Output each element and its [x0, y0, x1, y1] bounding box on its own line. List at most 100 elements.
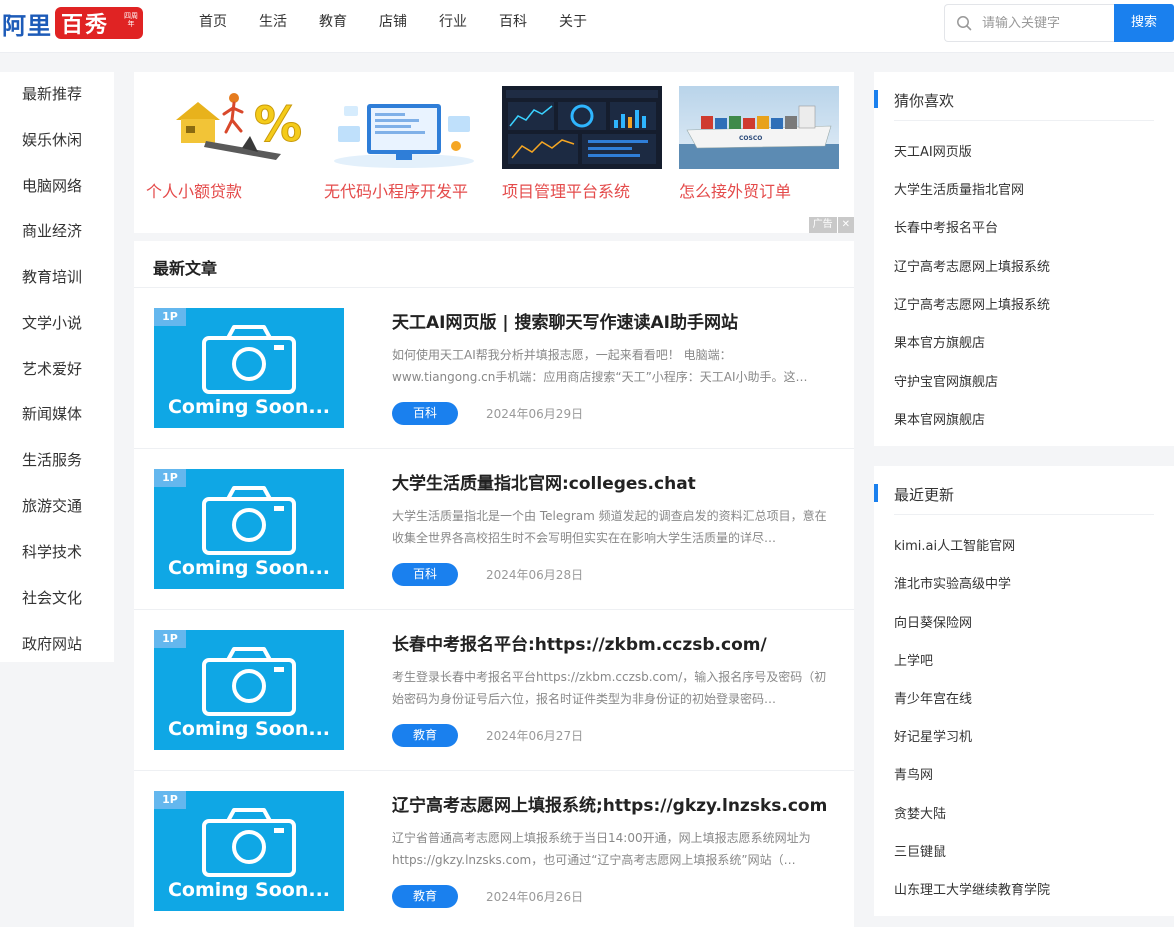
camera-icon	[202, 486, 296, 555]
guess-item[interactable]: 守护宝官网旗舰店	[894, 371, 998, 390]
article-thumbnail[interactable]: 1P Coming Soon...	[154, 308, 344, 428]
sidebar-item-arts[interactable]: 艺术爱好	[22, 358, 82, 379]
recent-item[interactable]: 好记星学习机	[894, 726, 972, 745]
article-title[interactable]: 长春中考报名平台:https://zkbm.cczsb.com/	[392, 630, 832, 655]
recent-item[interactable]: 青鸟网	[894, 764, 933, 783]
ad-text-pm: 项目管理平台系统	[502, 182, 631, 201]
article-item: 1P Coming Soon... 天工AI网页版 | 搜索聊天写作速读AI助手…	[134, 288, 854, 449]
article-date: 2024年06月29日	[486, 407, 584, 421]
ad-image-trade: COSCO	[679, 86, 839, 169]
recent-item[interactable]: kimi.ai人工智能官网	[894, 535, 1015, 554]
thumb-placeholder-text: Coming Soon...	[167, 557, 331, 579]
guess-item[interactable]: 果本官网旗舰店	[894, 409, 985, 428]
recent-updates-panel: 最近更新 kimi.ai人工智能官网 淮北市实验高级中学 向日葵保险网 上学吧 …	[874, 466, 1174, 916]
camera-icon	[202, 808, 296, 877]
latest-articles: 最新文章 1P Coming Soon... 天工AI网页版 | 搜索聊天写作速…	[134, 241, 854, 927]
recent-item[interactable]: 三巨键鼠	[894, 841, 946, 860]
article-title[interactable]: 天工AI网页版 | 搜索聊天写作速读AI助手网站	[392, 308, 832, 333]
search-input[interactable]	[982, 15, 1112, 31]
article-thumbnail[interactable]: 1P Coming Soon...	[154, 469, 344, 589]
article-tag[interactable]: 教育	[392, 724, 458, 747]
thumb-badge: 1P	[154, 308, 186, 326]
sidebar-item-services[interactable]: 生活服务	[22, 449, 82, 470]
sidebar-item-training[interactable]: 教育培训	[22, 266, 82, 287]
sidebar-item-literature[interactable]: 文学小说	[22, 312, 82, 333]
category-sidebar: 最新推荐 娱乐休闲 电脑网络 商业经济 教育培训 文学小说 艺术爱好 新闻媒体 …	[0, 72, 114, 662]
panel-title-guess: 猜你喜欢	[894, 92, 955, 110]
site-logo[interactable]: 阿里 百秀 四周年	[2, 6, 143, 40]
ad-label: 广告	[808, 217, 837, 233]
recent-item[interactable]: 山东理工大学继续教育学院	[894, 879, 1050, 898]
ad-close-button[interactable]: ✕	[837, 217, 854, 233]
guess-you-like-panel: 猜你喜欢 天工AI网页版 大学生活质量指北官网 长春中考报名平台 辽宁高考志愿网…	[874, 72, 1174, 446]
ad-text-trade: 怎么接外贸订单	[679, 182, 792, 201]
guess-item[interactable]: 果本官方旗舰店	[894, 332, 985, 351]
logo-text-small: 四周年	[124, 12, 138, 28]
guess-item[interactable]: 长春中考报名平台	[894, 217, 998, 236]
nav-item-about[interactable]: 关于	[543, 0, 603, 45]
article-tag[interactable]: 百科	[392, 563, 458, 586]
nav-item-industry[interactable]: 行业	[423, 0, 483, 45]
logo-text-main: 阿里	[2, 10, 52, 40]
divider	[894, 120, 1154, 121]
panel-accent-bar	[874, 484, 878, 502]
sidebar-item-computer[interactable]: 电脑网络	[22, 175, 82, 196]
svg-text:%: %	[254, 97, 302, 153]
sidebar-item-entertainment[interactable]: 娱乐休闲	[22, 129, 82, 150]
ad-item-loan[interactable]: % 个人小额贷款	[146, 86, 306, 202]
thumb-placeholder-text: Coming Soon...	[167, 718, 331, 740]
logo-text-box: 百秀	[61, 12, 110, 38]
article-tag[interactable]: 教育	[392, 885, 458, 908]
guess-item[interactable]: 辽宁高考志愿网上填报系统	[894, 294, 1050, 313]
article-item: 1P Coming Soon... 大学生活质量指北官网:colleges.ch…	[134, 449, 854, 610]
ad-item-trade[interactable]: COSCO 怎么接外贸订单	[679, 86, 839, 202]
sidebar-item-travel[interactable]: 旅游交通	[22, 495, 82, 516]
guess-item[interactable]: 辽宁高考志愿网上填报系统	[894, 256, 1050, 275]
article-tag[interactable]: 百科	[392, 402, 458, 425]
guess-item[interactable]: 天工AI网页版	[894, 141, 972, 160]
guess-item[interactable]: 大学生活质量指北官网	[894, 179, 1024, 198]
nav-item-wiki[interactable]: 百科	[483, 0, 543, 45]
recent-item[interactable]: 淮北市实验高级中学	[894, 573, 1011, 592]
recent-item[interactable]: 贪婪大陆	[894, 803, 946, 822]
logo-badge: 百秀 四周年	[55, 7, 143, 39]
article-date: 2024年06月26日	[486, 890, 584, 904]
article-item: 1P Coming Soon... 长春中考报名平台:https://zkbm.…	[134, 610, 854, 771]
thumb-badge: 1P	[154, 469, 186, 487]
search-button[interactable]: 搜索	[1114, 4, 1174, 42]
divider	[894, 514, 1154, 515]
panel-accent-bar	[874, 90, 878, 108]
article-thumbnail[interactable]: 1P Coming Soon...	[154, 791, 344, 911]
camera-icon	[202, 325, 296, 394]
sidebar-item-business[interactable]: 商业经济	[22, 220, 82, 241]
article-thumbnail[interactable]: 1P Coming Soon...	[154, 630, 344, 750]
ad-item-pm[interactable]: 项目管理平台系统	[502, 86, 662, 202]
recent-item[interactable]: 上学吧	[894, 650, 933, 669]
nav-item-shops[interactable]: 店铺	[363, 0, 423, 45]
ad-image-pm	[502, 86, 662, 169]
sidebar-item-culture[interactable]: 社会文化	[22, 587, 82, 608]
sidebar-item-science[interactable]: 科学技术	[22, 541, 82, 562]
ad-item-nocode[interactable]: 无代码小程序开发平	[324, 86, 484, 202]
sidebar-item-government[interactable]: 政府网站	[22, 633, 82, 654]
ad-image-loan: %	[146, 86, 306, 169]
nav-item-home[interactable]: 首页	[183, 0, 243, 45]
article-excerpt: 考生登录长春中考报名平台https://zkbm.cczsb.com/，输入报名…	[392, 670, 827, 706]
sidebar-item-news[interactable]: 新闻媒体	[22, 403, 82, 424]
nav-item-life[interactable]: 生活	[243, 0, 303, 45]
recent-item[interactable]: 向日葵保险网	[894, 612, 972, 631]
site-header: 阿里 百秀 四周年 首页 生活 教育 店铺 行业 百科 关于 搜索	[0, 0, 1174, 53]
article-date: 2024年06月28日	[486, 568, 584, 582]
sidebar-item-latest[interactable]: 最新推荐	[22, 83, 82, 104]
article-title[interactable]: 辽宁高考志愿网上填报系统;https://gkzy.lnzsks.com	[392, 791, 832, 816]
ad-badge: 广告 ✕	[808, 217, 854, 233]
section-title-latest: 最新文章	[153, 259, 218, 278]
recent-item[interactable]: 青少年宫在线	[894, 688, 972, 707]
nav-item-education[interactable]: 教育	[303, 0, 363, 45]
article-item: 1P Coming Soon... 辽宁高考志愿网上填报系统;https://g…	[134, 771, 854, 927]
main-nav: 首页 生活 教育 店铺 行业 百科 关于	[183, 0, 603, 45]
search-box	[944, 4, 1115, 42]
ad-ship-text: COSCO	[739, 135, 762, 142]
thumb-placeholder-text: Coming Soon...	[167, 879, 331, 901]
article-title[interactable]: 大学生活质量指北官网:colleges.chat	[392, 469, 832, 494]
